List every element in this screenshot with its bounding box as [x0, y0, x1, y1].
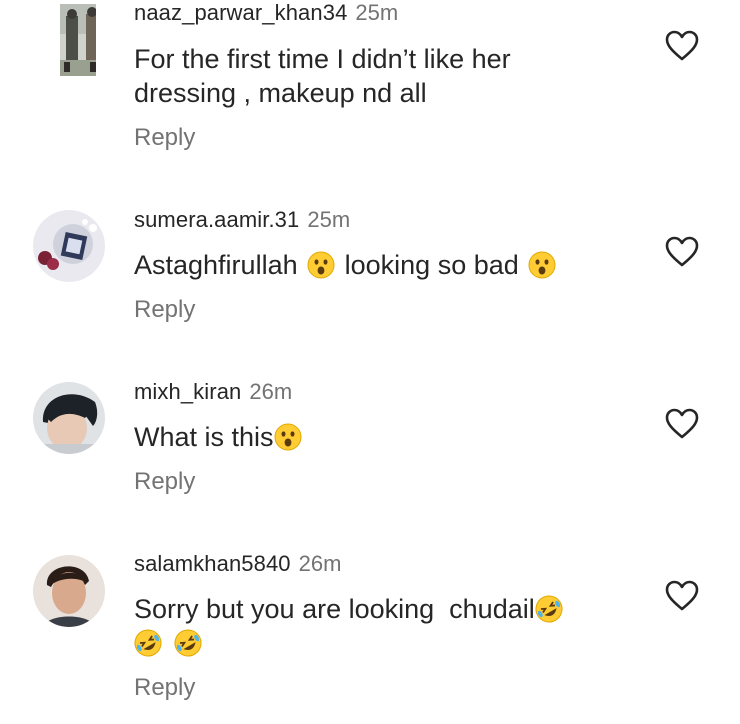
heart-outline-icon: [665, 580, 699, 612]
comment-text: For the first time I didn’t like her dre…: [134, 42, 634, 110]
like-button[interactable]: [665, 408, 699, 440]
comment-text-part: Astaghfirullah: [134, 250, 298, 280]
comment-text-part: Sorry but you are looking chudail: [134, 594, 535, 624]
timestamp: 25m: [307, 207, 351, 232]
username[interactable]: mixh_kiran: [134, 379, 241, 404]
comment-text: Sorry but you are looking chudail: [134, 592, 654, 660]
like-button[interactable]: [665, 580, 699, 612]
comment-text-part: looking so bad: [344, 250, 519, 280]
comment-meta: mixh_kiran 26m: [134, 379, 292, 405]
timestamp: 25m: [355, 0, 399, 25]
timestamp: 26m: [298, 551, 342, 576]
rolling-on-floor-laughing-emoji: [535, 595, 563, 623]
heart-outline-icon: [665, 408, 699, 440]
rolling-on-floor-laughing-emoji: [174, 629, 202, 657]
avatar[interactable]: [33, 210, 105, 282]
reply-button[interactable]: Reply: [134, 674, 195, 702]
avatar[interactable]: [33, 382, 105, 454]
username[interactable]: sumera.aamir.31: [134, 207, 299, 232]
avatar[interactable]: [33, 555, 105, 627]
rolling-on-floor-laughing-emoji: [134, 629, 162, 657]
comment-meta: salamkhan5840 26m: [134, 551, 341, 577]
comment-text-line: For the first time I didn’t like her: [134, 44, 511, 74]
username[interactable]: naaz_parwar_khan34: [134, 0, 347, 25]
reply-button[interactable]: Reply: [134, 468, 195, 496]
timestamp: 26m: [249, 379, 293, 404]
comment-text: What is this: [134, 420, 634, 454]
face-with-open-mouth-emoji: [274, 423, 302, 451]
comment-text-line: dressing , makeup nd all: [134, 78, 427, 108]
comment-text: Astaghfirullah looking so bad: [134, 248, 634, 282]
avatar[interactable]: [48, 4, 96, 76]
comment-meta: sumera.aamir.31 25m: [134, 207, 350, 233]
heart-outline-icon: [665, 30, 699, 62]
like-button[interactable]: [665, 236, 699, 268]
face-with-open-mouth-emoji: [307, 251, 335, 279]
like-button[interactable]: [665, 30, 699, 62]
comment-meta: naaz_parwar_khan34 25m: [134, 0, 398, 26]
username[interactable]: salamkhan5840: [134, 551, 291, 576]
reply-button[interactable]: Reply: [134, 296, 195, 324]
reply-button[interactable]: Reply: [134, 124, 195, 152]
heart-outline-icon: [665, 236, 699, 268]
face-with-open-mouth-emoji: [528, 251, 556, 279]
comment-text-part: What is this: [134, 422, 274, 452]
